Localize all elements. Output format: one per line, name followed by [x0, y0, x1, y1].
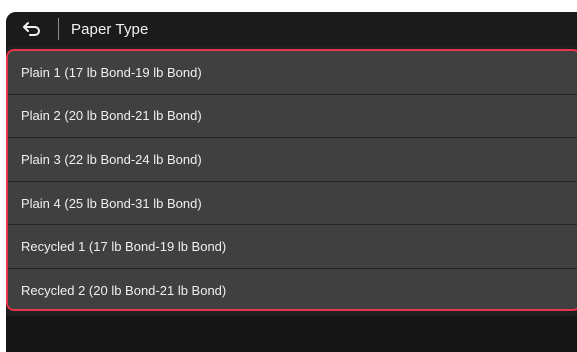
list-item-plain-4[interactable]: Plain 4 (25 lb Bond-31 lb Bond) [8, 181, 577, 226]
list-item-plain-3[interactable]: Plain 3 (22 lb Bond-24 lb Bond) [8, 138, 577, 182]
page-title: Paper Type [71, 20, 149, 38]
list-item-label: Recycled 1 (17 lb Bond-19 lb Bond) [21, 239, 227, 255]
header-bar: Paper Type [6, 12, 577, 46]
list-item-label: Recycled 2 (20 lb Bond-21 lb Bond) [21, 283, 227, 299]
list-item-label: Plain 2 (20 lb Bond-21 lb Bond) [21, 108, 202, 124]
list-item-plain-1[interactable]: Plain 1 (17 lb Bond-19 lb Bond) [8, 51, 577, 95]
footer-bar [6, 316, 577, 352]
list-item-label: Plain 1 (17 lb Bond-19 lb Bond) [21, 64, 202, 80]
list-item-plain-2[interactable]: Plain 2 (20 lb Bond-21 lb Bond) [8, 94, 577, 139]
list-item-label: Plain 4 (25 lb Bond-31 lb Bond) [21, 195, 202, 211]
list-item-recycled-1[interactable]: Recycled 1 (17 lb Bond-19 lb Bond) [8, 225, 577, 269]
paper-type-list: Plain 1 (17 lb Bond-19 lb Bond) Plain 2 … [6, 49, 577, 311]
list-item-recycled-2[interactable]: Recycled 2 (20 lb Bond-21 lb Bond) [8, 268, 577, 309]
list-item-label: Plain 3 (22 lb Bond-24 lb Bond) [21, 151, 202, 167]
device-screen: Paper Type Plain 1 (17 lb Bond-19 lb Bon… [6, 12, 577, 352]
back-button[interactable] [6, 12, 58, 46]
back-arrow-icon [22, 21, 42, 37]
